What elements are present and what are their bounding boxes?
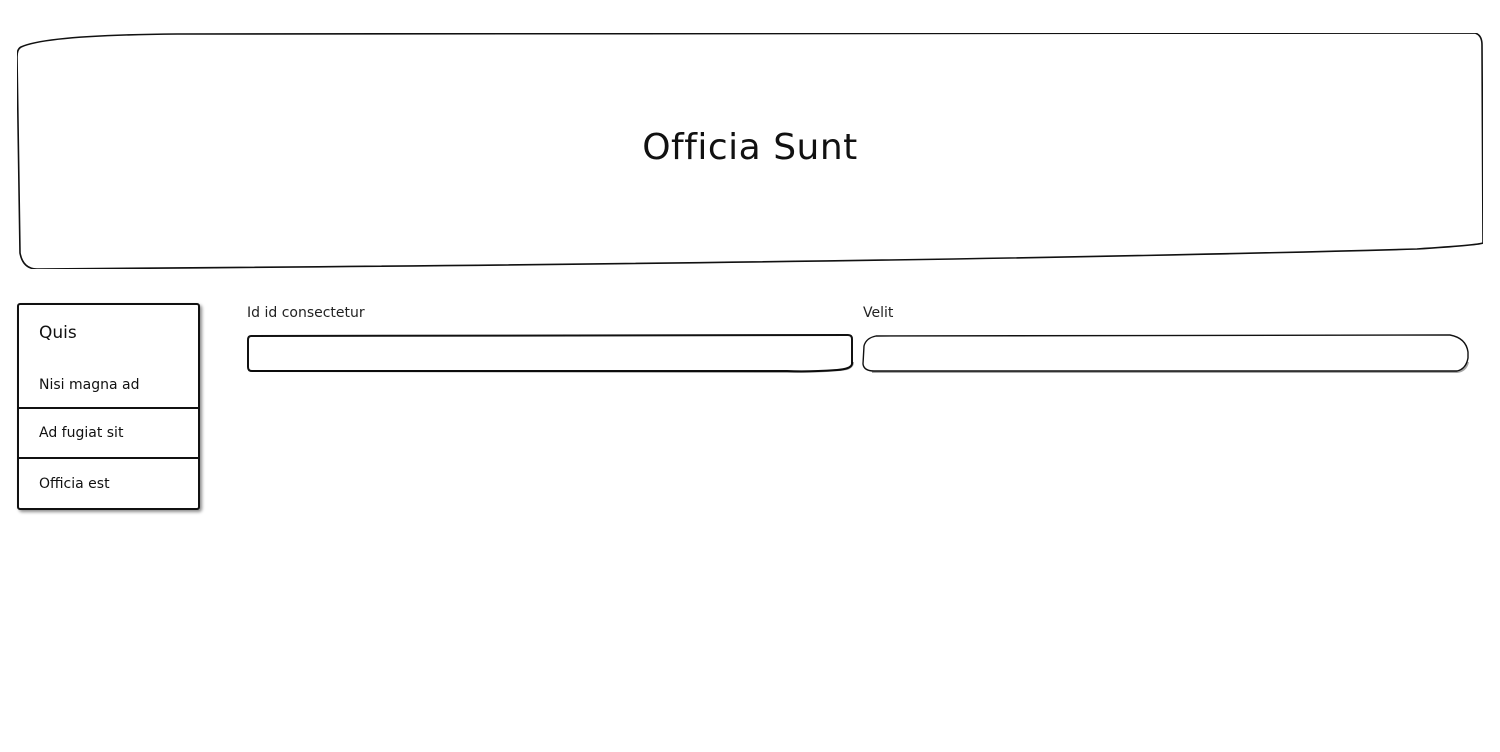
sidebar-item-nisi-magna-ad[interactable]: Nisi magna ad <box>39 377 139 393</box>
sidebar: Quis Nisi magna ad Ad fugiat sit Officia… <box>17 303 200 510</box>
page: Officia Sunt Quis Nisi magna ad Ad fugia… <box>0 0 1500 752</box>
sidebar-item-label: Officia est <box>39 476 110 492</box>
sidebar-item-label: Ad fugiat sit <box>39 425 124 441</box>
field-label-velit: Velit <box>863 305 894 321</box>
sidebar-item-officia-est[interactable]: Officia est <box>19 459 198 509</box>
page-title: Officia Sunt <box>642 126 858 168</box>
velit-input[interactable] <box>870 338 1462 370</box>
field-label-id-id-consectetur: Id id consectetur <box>247 305 365 321</box>
sidebar-section: Quis Nisi magna ad <box>19 305 198 409</box>
id-id-consectetur-input[interactable] <box>255 338 847 370</box>
sidebar-title: Quis <box>39 323 77 343</box>
text-field-2[interactable] <box>862 334 1470 374</box>
sidebar-item-ad-fugiat-sit[interactable]: Ad fugiat sit <box>19 409 198 459</box>
header-banner: Officia Sunt <box>17 33 1483 269</box>
text-field-1[interactable] <box>247 334 855 374</box>
